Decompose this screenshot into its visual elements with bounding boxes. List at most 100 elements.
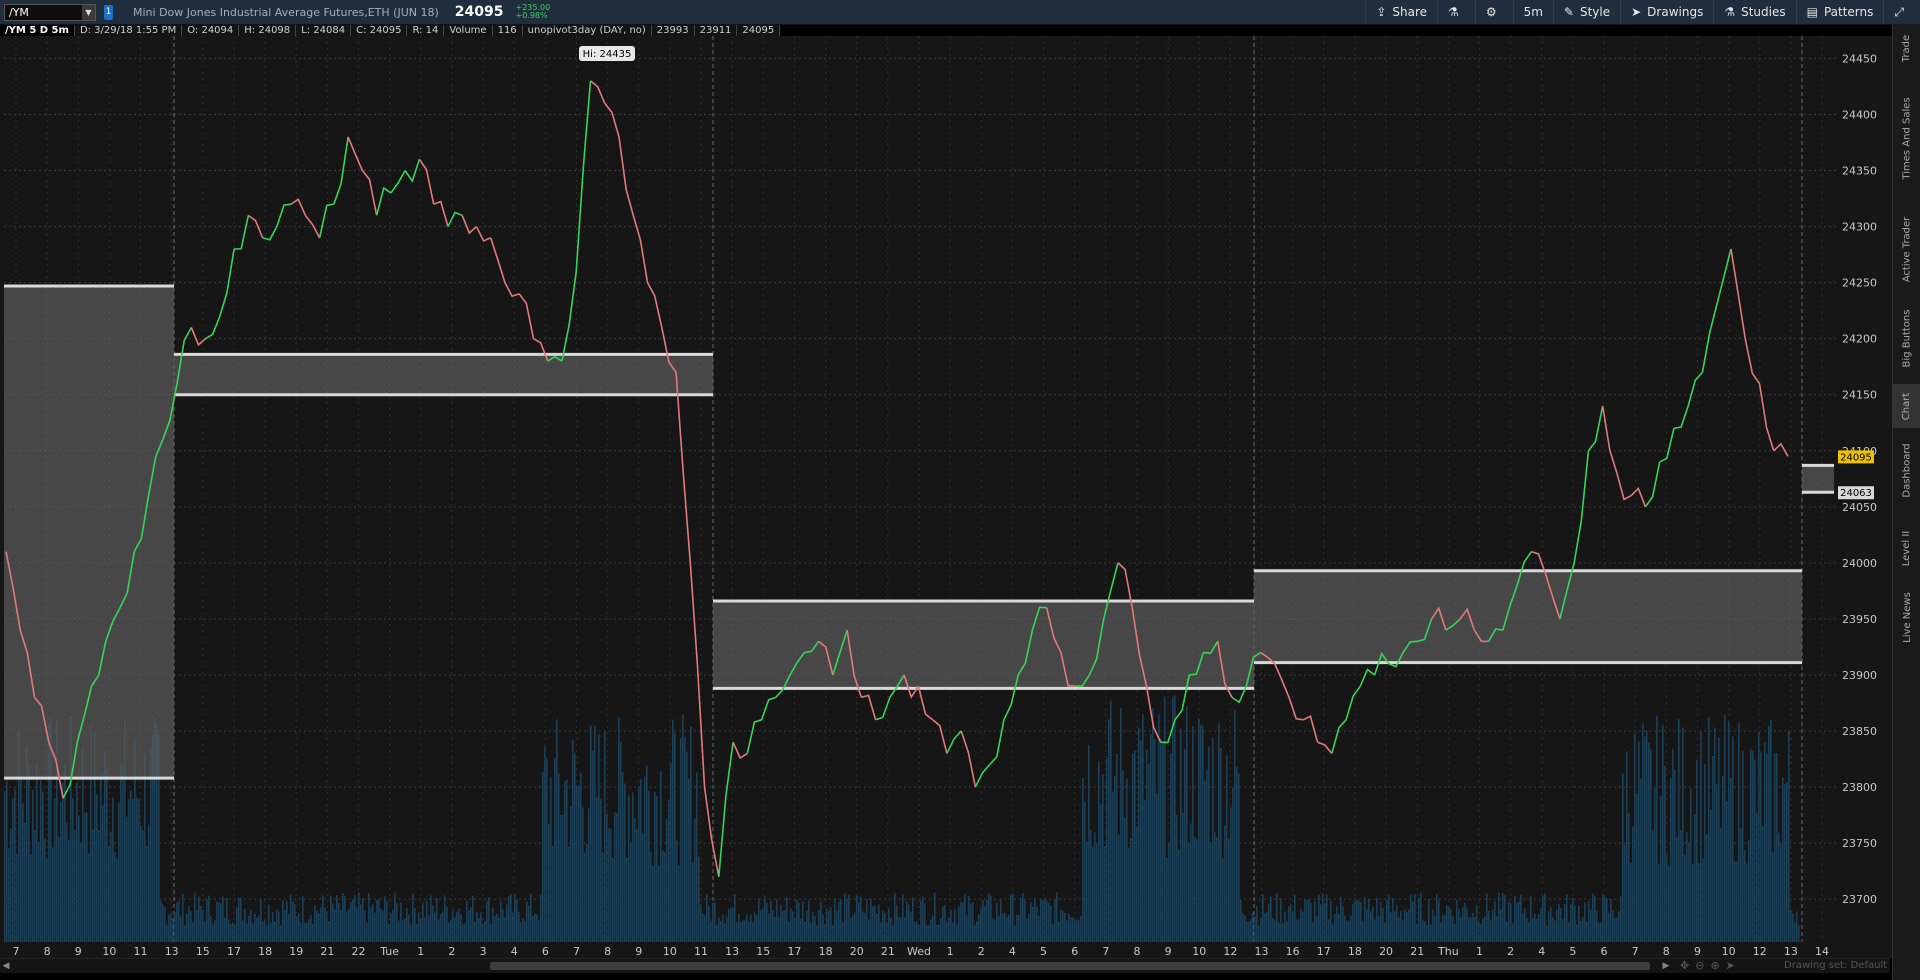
volume-bar xyxy=(1344,915,1346,942)
x-tick-label: 2 xyxy=(978,945,985,958)
volume-bar xyxy=(66,823,68,942)
volume-bar xyxy=(888,908,890,942)
chart-timeframe[interactable]: /YM 5 D 5m xyxy=(0,25,75,36)
chart-scrollbar[interactable]: ◀ ▶ xyxy=(0,958,1890,973)
volume-bar xyxy=(560,815,562,942)
volume-bar xyxy=(1730,777,1732,942)
volume-bar xyxy=(42,791,44,942)
chart-toolbar: /YM ▼ 1 Mini Dow Jones Industrial Averag… xyxy=(0,0,1920,25)
y-tick-label: 24350 xyxy=(1842,165,1877,178)
tab-level-ii[interactable]: Level II xyxy=(1893,522,1920,574)
volume-bar xyxy=(1724,714,1726,942)
volume-bar xyxy=(926,925,928,942)
volume-bar xyxy=(1314,901,1316,942)
volume-bar xyxy=(202,909,204,942)
volume-bar xyxy=(1746,863,1748,942)
volume-bar xyxy=(1208,746,1210,942)
volume-bar xyxy=(86,812,88,942)
volume-bar xyxy=(632,792,634,942)
scroll-right-icon[interactable]: ▶ xyxy=(1660,959,1672,973)
volume-bar xyxy=(1792,913,1794,942)
price-chart[interactable]: 23700 23750 23800 23850 23900 23950 24000 24050… xyxy=(0,36,1892,962)
volume-bar xyxy=(524,920,526,942)
tab-live-news[interactable]: Live News xyxy=(1893,582,1920,652)
volume-bar xyxy=(662,850,664,942)
x-tick-label: 10 xyxy=(663,945,677,958)
volume-bar xyxy=(1098,761,1100,942)
y-tick-label: 24250 xyxy=(1842,277,1877,290)
tab-chart[interactable]: Chart xyxy=(1893,384,1920,428)
pivot-zone xyxy=(1254,570,1802,663)
tab-live-news-label: Live News xyxy=(1901,591,1913,643)
studies-button[interactable]: ⚗ Studies xyxy=(1713,0,1795,24)
volume-bar xyxy=(354,895,356,942)
volume-bar xyxy=(1466,907,1468,942)
volume-bar xyxy=(52,847,54,942)
volume-bar xyxy=(1370,911,1372,942)
patterns-button[interactable]: ▤ Patterns xyxy=(1795,0,1884,24)
volume-bar xyxy=(1324,902,1326,942)
volume-bar xyxy=(528,905,530,942)
volume-bar xyxy=(1194,836,1196,942)
volume-bar xyxy=(118,803,120,942)
volume-bar xyxy=(510,893,512,942)
zoom-out-icon[interactable]: ⊖ xyxy=(1695,959,1704,972)
scroll-thumb[interactable] xyxy=(490,962,1650,970)
style-button[interactable]: ✎ Style xyxy=(1552,0,1620,24)
cursor-mode-icon[interactable]: ➤ xyxy=(1726,959,1735,972)
symbol-value[interactable]: /YM xyxy=(5,6,29,19)
tab-times-and-sales[interactable]: Times And Sales xyxy=(1893,82,1920,194)
volume-bar xyxy=(626,857,628,942)
study-name[interactable]: unopivot3day (DAY, no) xyxy=(522,25,652,36)
volume-bar xyxy=(1186,706,1188,942)
volume-bar xyxy=(344,895,346,942)
volume-bar xyxy=(1574,905,1576,942)
volume-bar xyxy=(1478,920,1480,942)
timeframe-button[interactable]: 5m xyxy=(1512,0,1553,24)
volume-bar xyxy=(410,924,412,942)
volume-bar xyxy=(1070,917,1072,942)
volume-bar xyxy=(1276,893,1278,942)
volume-bar xyxy=(1302,911,1304,942)
volume-bar xyxy=(682,714,684,942)
volume-bar xyxy=(638,786,640,942)
chevron-down-icon[interactable]: ▼ xyxy=(82,4,95,20)
link-icon[interactable]: 1 xyxy=(104,4,113,20)
expand-button[interactable]: ⤢ xyxy=(1883,0,1920,24)
tab-big-buttons[interactable]: Big Buttons xyxy=(1893,300,1920,376)
volume-bar xyxy=(88,853,90,942)
tab-trade[interactable]: Trade xyxy=(1893,28,1920,68)
volume-bar xyxy=(1108,719,1110,942)
volume-bar xyxy=(1642,723,1644,942)
volume-bar xyxy=(140,825,142,942)
scroll-left-icon[interactable]: ◀ xyxy=(0,959,12,973)
settings-button[interactable]: ⚙ xyxy=(1474,0,1513,24)
share-button[interactable]: ⇪ Share xyxy=(1365,0,1437,24)
volume-bar xyxy=(142,829,144,942)
volume-bar xyxy=(1364,896,1366,942)
volume-bar xyxy=(1620,896,1622,942)
volume-bar xyxy=(690,726,692,942)
volume-bar xyxy=(116,858,118,942)
volume-bar xyxy=(1644,736,1646,942)
chart-canvas[interactable]: 23700 23750 23800 23850 23900 23950 24000 24050… xyxy=(0,36,1892,958)
volume-bar xyxy=(1470,917,1472,942)
volume-bar xyxy=(1460,917,1462,942)
tab-active-trader[interactable]: Active Trader xyxy=(1893,204,1920,294)
volume-bar xyxy=(1788,730,1790,942)
volume-bar xyxy=(650,851,652,942)
volume-bar xyxy=(736,922,738,942)
pan-icon[interactable]: ✥ xyxy=(1680,959,1689,972)
drawings-button[interactable]: ➤ Drawings xyxy=(1620,0,1713,24)
volume-bar xyxy=(666,819,668,942)
last-price: 24095 xyxy=(454,4,504,20)
zoom-in-icon[interactable]: ⊕ xyxy=(1710,959,1719,972)
symbol-selector[interactable]: /YM ▼ xyxy=(4,3,96,21)
volume-bar xyxy=(672,719,674,942)
flask-button[interactable]: ⚗ xyxy=(1437,0,1475,24)
x-tick-label: 18 xyxy=(819,945,833,958)
volume-bar xyxy=(254,913,256,942)
volume-bar xyxy=(240,897,242,942)
volume-bar xyxy=(316,910,318,942)
tab-dashboard[interactable]: Dashboard xyxy=(1893,432,1920,508)
